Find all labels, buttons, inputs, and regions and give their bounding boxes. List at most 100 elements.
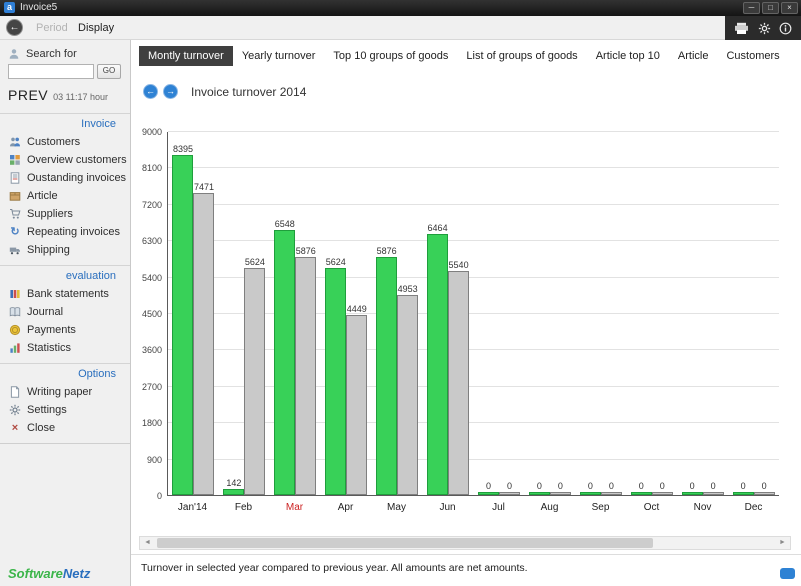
- menu-item-display[interactable]: Display: [78, 22, 114, 34]
- bar-value-label: 0: [639, 481, 644, 491]
- y-tick-label: 5400: [142, 273, 162, 283]
- search-label: Search for: [26, 48, 77, 60]
- bar-current-year: [223, 489, 244, 495]
- bar-previous-year: [295, 257, 316, 495]
- scroll-right-icon[interactable]: ►: [775, 537, 790, 549]
- close-button[interactable]: ×: [781, 2, 798, 14]
- bar-previous-year: [550, 492, 571, 495]
- scrollbar-track[interactable]: [155, 537, 775, 549]
- sidebar-item-writing-paper[interactable]: Writing paper: [0, 383, 130, 401]
- sidebar-item-close[interactable]: × Close: [0, 419, 130, 437]
- y-tick-label: 3600: [142, 345, 162, 355]
- tab-customers[interactable]: Customers: [717, 46, 788, 66]
- bar-value-label: 4449: [347, 304, 367, 314]
- bar-group: 64645540: [423, 132, 474, 495]
- x-tick-label: Jun: [422, 502, 473, 513]
- bar-value-label: 0: [690, 481, 695, 491]
- chart-nav: ← → Invoice turnover 2014: [143, 84, 306, 99]
- bar-value-label: 0: [507, 481, 512, 491]
- sidebar-item-label: Bank statements: [27, 288, 109, 300]
- sidebar-item-outstanding-invoices[interactable]: Oustanding invoices: [0, 169, 130, 187]
- bar-group: 00: [626, 132, 677, 495]
- sidebar-item-label: Suppliers: [27, 208, 73, 220]
- sidebar-item-label: Shipping: [27, 244, 70, 256]
- y-tick-label: 1800: [142, 418, 162, 428]
- section-header-invoice: Invoice: [0, 113, 130, 133]
- sidebar-item-shipping[interactable]: Shipping: [0, 241, 130, 259]
- sidebar-item-customers[interactable]: Customers: [0, 133, 130, 151]
- y-tick-label: 7200: [142, 200, 162, 210]
- bar-value-label: 6464: [428, 223, 448, 233]
- bar-value-label: 5624: [245, 257, 265, 267]
- title-bar: a Invoice5 ─ □ ×: [0, 0, 801, 16]
- chart-groups: 8395747114256246548587656244449587649536…: [168, 132, 779, 495]
- bar-current-year: [631, 492, 652, 495]
- sidebar-item-statistics[interactable]: Statistics: [0, 339, 130, 357]
- back-button[interactable]: ←: [6, 19, 23, 36]
- sidebar-item-settings[interactable]: Settings: [0, 401, 130, 419]
- x-tick-label: Feb: [218, 502, 269, 513]
- bar-value-label: 5876: [377, 246, 397, 256]
- print-icon[interactable]: [734, 22, 749, 35]
- bar-value-label: 8395: [173, 144, 193, 154]
- toolbar-icon-group: [725, 16, 801, 40]
- bar-current-year: [427, 234, 448, 495]
- minimize-button[interactable]: ─: [743, 2, 760, 14]
- bar-group: 65485876: [270, 132, 321, 495]
- logo-part2: Netz: [63, 566, 90, 581]
- tab-article[interactable]: Article: [669, 46, 718, 66]
- prev-year-button[interactable]: ←: [143, 84, 158, 99]
- x-tick-label: Jul: [473, 502, 524, 513]
- y-tick-label: 4500: [142, 309, 162, 319]
- bar-previous-year: [652, 492, 673, 495]
- sidebar-item-bank-statements[interactable]: Bank statements: [0, 285, 130, 303]
- repeating-invoices-icon: ↻: [9, 226, 21, 238]
- sidebar-item-repeating-invoices[interactable]: ↻ Repeating invoices: [0, 223, 130, 241]
- bar-value-label: 5876: [296, 246, 316, 256]
- info-icon[interactable]: [779, 22, 792, 35]
- x-tick-label: May: [371, 502, 422, 513]
- sidebar-item-label: Overview customers: [27, 154, 127, 166]
- x-tick-label: Mar: [269, 502, 320, 513]
- maximize-button[interactable]: □: [762, 2, 779, 14]
- bar-value-label: 4953: [398, 284, 418, 294]
- tab-top10-groups-of-goods[interactable]: Top 10 groups of goods: [324, 46, 457, 66]
- settings-gear-icon: [9, 404, 21, 416]
- next-year-button[interactable]: →: [163, 84, 178, 99]
- bar-current-year: [172, 155, 193, 495]
- sidebar-item-label: Journal: [27, 306, 63, 318]
- sidebar-item-overview-customers[interactable]: Overview customers: [0, 151, 130, 169]
- sidebar-item-label: Close: [27, 422, 55, 434]
- article-icon: [9, 190, 21, 202]
- scroll-left-icon[interactable]: ◄: [140, 537, 155, 549]
- section-header-options: Options: [0, 363, 130, 383]
- sidebar-item-payments[interactable]: Payments: [0, 321, 130, 339]
- gear-icon[interactable]: [758, 22, 771, 35]
- tab-article-top10[interactable]: Article top 10: [587, 46, 669, 66]
- bar-previous-year: [244, 268, 265, 495]
- tab-yearly-turnover[interactable]: Yearly turnover: [233, 46, 325, 66]
- x-tick-label: Oct: [626, 502, 677, 513]
- window-controls: ─ □ ×: [743, 2, 798, 14]
- scrollbar-thumb[interactable]: [157, 538, 653, 548]
- horizontal-scrollbar[interactable]: ◄ ►: [139, 536, 791, 550]
- bar-previous-year: [754, 492, 775, 495]
- bar-value-label: 0: [762, 481, 767, 491]
- bar-previous-year: [193, 193, 214, 495]
- sidebar-item-article[interactable]: Article: [0, 187, 130, 205]
- sidebar-item-journal[interactable]: Journal: [0, 303, 130, 321]
- tab-monthly-turnover[interactable]: Montly turnover: [139, 46, 233, 66]
- sidebar-item-label: Writing paper: [27, 386, 92, 398]
- menu-item-period[interactable]: Period: [36, 22, 68, 34]
- journal-icon: [9, 306, 21, 318]
- sidebar-item-label: Settings: [27, 404, 67, 416]
- shipping-icon: [9, 244, 21, 256]
- bar-group: 83957471: [168, 132, 219, 495]
- search-input[interactable]: [8, 64, 94, 79]
- search-go-button[interactable]: GO: [97, 64, 121, 79]
- tab-list-of-groups-of-goods[interactable]: List of groups of goods: [457, 46, 586, 66]
- sidebar-item-suppliers[interactable]: Suppliers: [0, 205, 130, 223]
- chart-y-axis: 0900180027003600450054006300720081009000: [139, 132, 165, 496]
- sidebar-item-label: Customers: [27, 136, 80, 148]
- menu-bar: ← Period Display: [0, 16, 801, 40]
